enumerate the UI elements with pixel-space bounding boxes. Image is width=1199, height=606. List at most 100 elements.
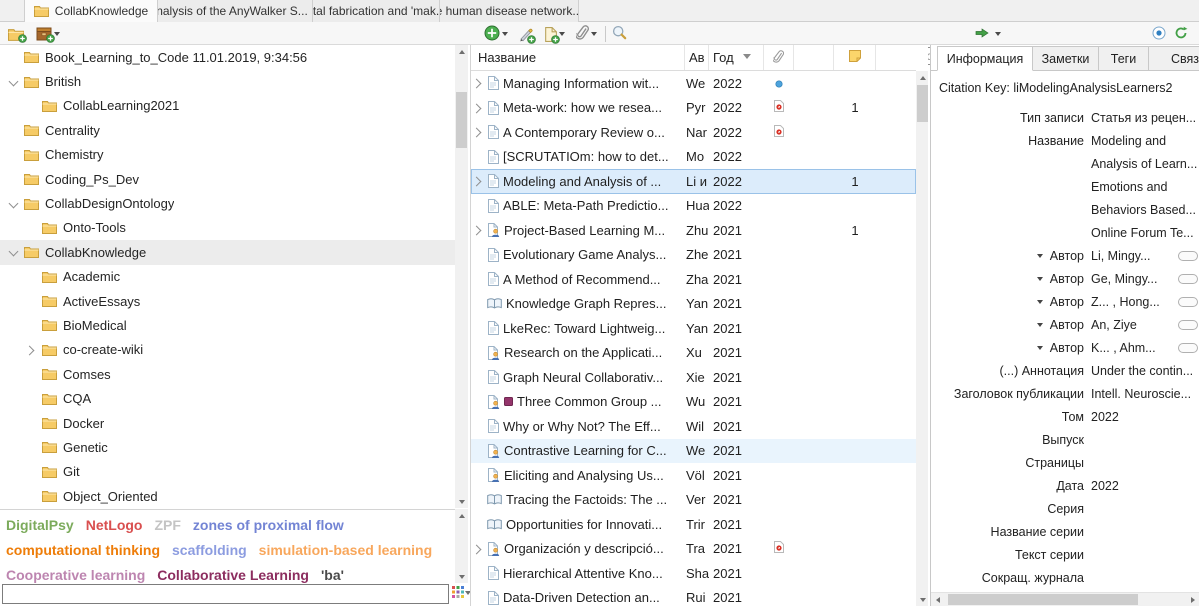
chevron-down-icon[interactable] [1037,346,1043,350]
table-row-data-driven-detection-an[interactable]: Data-Driven Detection an...Rui2021 [471,586,916,606]
tag-cooperative-learning[interactable]: Cooperative learning [6,563,145,583]
row-expander-icon[interactable] [473,127,483,137]
table-row-organizaci-n-y-descripci[interactable]: Organización y descripció...Tra2021 [471,537,916,562]
tree-item-activeessays[interactable]: ActiveEssays [0,289,455,313]
tree-chevron-collapsed-icon[interactable] [26,345,36,355]
tag-scrollbar[interactable] [455,509,468,583]
field-value[interactable]: Ge, Mingy... [1091,268,1199,291]
scrollbar-thumb[interactable] [948,594,1138,605]
tree-item-collabknowledge[interactable]: CollabKnowledge [0,240,455,264]
table-row-modeling-and-analysis-of[interactable]: Modeling and Analysis of ...Li и20221 [471,169,916,194]
author-toggle-pill[interactable] [1178,320,1198,330]
field-value[interactable]: An, Ziye [1091,314,1199,337]
column-header-notes[interactable] [834,45,876,70]
new-note-pen-button[interactable] [518,25,533,43]
tree-item-centrality[interactable]: Centrality [0,118,455,142]
filter-toggle-button[interactable] [1152,25,1166,43]
tag-zpf[interactable]: ZPF [154,513,180,538]
table-row-lkerec-toward-lightweig[interactable]: LkeRec: Toward Lightweig...Yan2021 [471,316,916,341]
field-value[interactable]: Статья из рецен... [1091,107,1199,130]
table-row-meta-work-how-we-resea[interactable]: Meta-work: how we resea...Pyr20221 [471,96,916,121]
table-row-graph-neural-collaborativ[interactable]: Graph Neural Collaborativ...Xie2021 [471,365,916,390]
column-header-year[interactable]: Год [709,45,764,70]
tree-item-biomedical[interactable]: BioMedical [0,313,455,337]
field-value[interactable] [1091,567,1199,590]
tab-the-human-disease-network[interactable]: The human disease network...× [440,0,579,22]
field-value[interactable]: Modeling andAnalysis of Learn...Emotions… [1091,130,1199,245]
field-value[interactable] [1091,452,1199,475]
attach-file-button[interactable] [576,25,597,43]
table-scrollbar[interactable] [916,71,928,606]
field-value[interactable]: Under the contin... [1091,360,1199,383]
field-value[interactable] [1091,429,1199,452]
table-row-opportunities-for-innovati[interactable]: Opportunities for Innovati...Trir2021 [471,512,916,537]
scroll-up-arrow[interactable] [455,509,468,522]
tab-collabknowledge[interactable]: CollabKnowledge [24,0,158,22]
field-value[interactable] [1091,544,1199,567]
table-row-a-contemporary-review-o[interactable]: A Contemporary Review o...Nar2022 [471,120,916,145]
field-value[interactable]: Li, Mingy... [1091,245,1199,268]
tag-computational-thinking[interactable]: computational thinking [6,538,160,563]
scroll-left-arrow[interactable] [931,593,945,606]
scroll-down-arrow[interactable] [455,495,468,508]
tag-collaborative-learning[interactable]: Collaborative Learning [157,563,309,583]
tree-chevron-expanded-icon[interactable] [8,199,18,209]
scroll-up-arrow[interactable] [455,45,468,58]
chevron-down-icon[interactable] [1037,323,1043,327]
inspector-tab-заметки[interactable]: Заметки [1033,46,1099,71]
tag-ba[interactable]: 'ba' [321,563,344,583]
author-toggle-pill[interactable] [1178,274,1198,284]
tree-item-collablearning2021[interactable]: CollabLearning2021 [0,94,455,118]
table-row-managing-information-wit[interactable]: Managing Information wit...We2022 [471,71,916,96]
tree-item-git[interactable]: Git [0,460,455,484]
column-header-spare[interactable] [794,45,834,70]
field-value[interactable]: K... , Ahm... [1091,337,1199,360]
row-expander-icon[interactable] [473,225,483,235]
table-row-hierarchical-attentive-kno[interactable]: Hierarchical Attentive Kno...Sha2021 [471,561,916,586]
inspector-horizontal-scrollbar[interactable] [931,592,1199,606]
field-value[interactable]: Z... , Hong... [1091,291,1199,314]
tab-digital-fabrication-and-mak[interactable]: Digital fabrication and 'mak...× [313,0,440,22]
row-expander-icon[interactable] [473,103,483,113]
column-header-author[interactable]: Ав [685,45,709,70]
tree-item-docker[interactable]: Docker [0,411,455,435]
scrollbar-thumb[interactable] [456,92,467,148]
add-entry-online-button[interactable] [484,25,508,43]
table-row-knowledge-graph-repres[interactable]: Knowledge Graph Repres...Yan2021 [471,292,916,317]
inspector-tab-связи[interactable]: Связи [1149,46,1199,71]
tree-item-collabdesignontology[interactable]: CollabDesignOntology [0,191,455,215]
inspector-tab-теги[interactable]: Теги [1099,46,1149,71]
chevron-down-icon[interactable] [1037,300,1043,304]
new-folder-button[interactable] [8,25,24,43]
tree-item-object-oriented[interactable]: Object_Oriented [0,484,455,508]
table-row-a-method-of-recommend[interactable]: A Method of Recommend...Zha2021 [471,267,916,292]
tree-item-comses[interactable]: Comses [0,362,455,386]
new-archive-button[interactable] [36,25,60,43]
chevron-down-icon[interactable] [1037,277,1043,281]
table-row-eliciting-and-analysing-us[interactable]: Eliciting and Analysing Us...Völ2021 [471,463,916,488]
column-header-attachments[interactable] [764,45,794,70]
tag-simulation-based-learning[interactable]: simulation-based learning [259,538,432,563]
author-toggle-pill[interactable] [1178,297,1198,307]
row-expander-icon[interactable] [473,78,483,88]
tree-item-cqa[interactable]: CQA [0,386,455,410]
author-toggle-pill[interactable] [1178,343,1198,353]
tree-chevron-expanded-icon[interactable] [8,77,18,87]
table-row-scrutatiom-how-to-det[interactable]: [SCRUTATIOm: how to det...Mo2022 [471,145,916,170]
table-row-research-on-the-applicati[interactable]: Research on the Applicati...Xu2021 [471,341,916,366]
scroll-up-arrow[interactable] [916,71,928,84]
tag-zones-of-proximal-flow[interactable]: zones of proximal flow [193,513,344,538]
tree-item-academic[interactable]: Academic [0,265,455,289]
author-toggle-pill[interactable] [1178,251,1198,261]
row-expander-icon[interactable] [473,544,483,554]
run-search-button[interactable] [975,25,1001,43]
table-row-why-or-why-not-the-eff[interactable]: Why or Why Not? The Eff...Wil2021 [471,414,916,439]
tree-item-genetic[interactable]: Genetic [0,435,455,459]
tab-analysis-of-the-anywalker-s[interactable]: Analysis of the AnyWalker S...× [158,0,313,22]
tree-item-coding-ps-dev[interactable]: Coding_Ps_Dev [0,167,455,191]
tag-color-grid-button[interactable] [452,586,470,600]
tree-item-onto-tools[interactable]: Onto-Tools [0,216,455,240]
scroll-down-arrow[interactable] [916,593,928,606]
field-value[interactable] [1091,498,1199,521]
field-value[interactable]: 2022 [1091,406,1199,429]
